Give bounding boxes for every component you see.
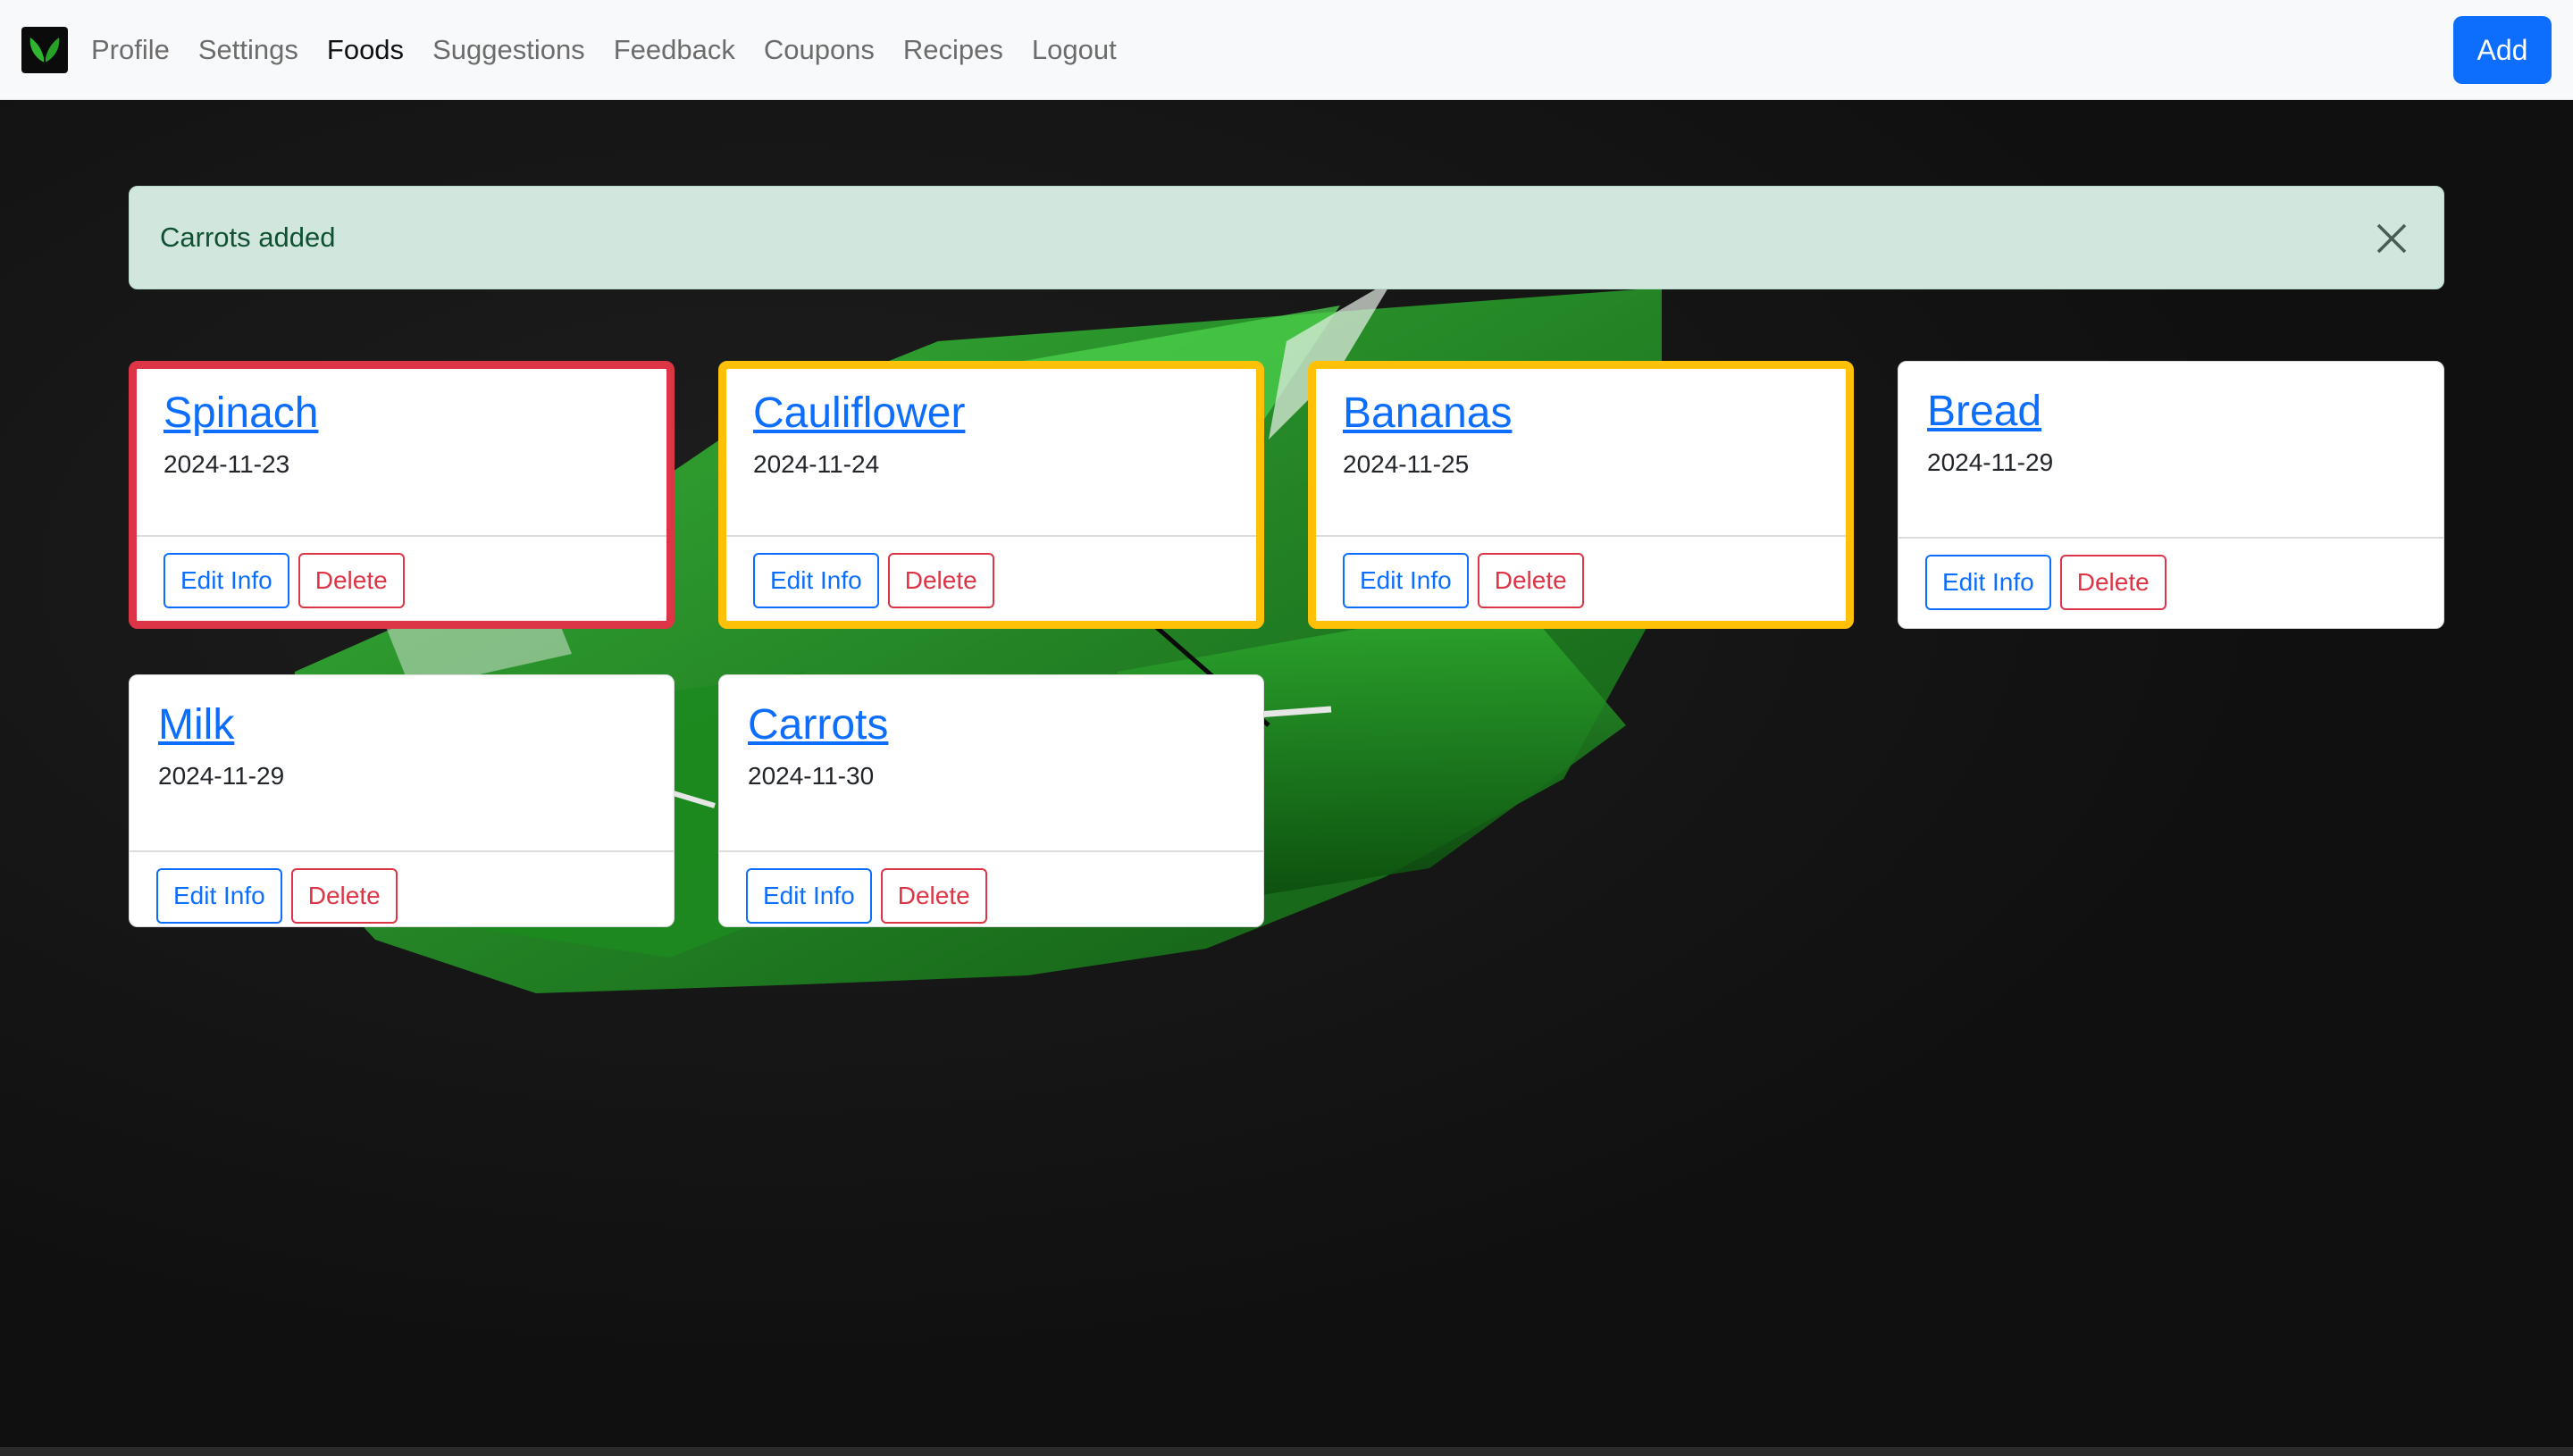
delete-button[interactable]: Delete <box>298 553 405 608</box>
delete-button[interactable]: Delete <box>2059 555 2167 610</box>
food-card: Milk 2024-11-29 Edit Info Delete <box>129 674 675 927</box>
leaf-logo-icon <box>29 37 60 63</box>
close-icon[interactable] <box>2367 213 2417 264</box>
edit-info-button[interactable]: Edit Info <box>746 868 872 924</box>
food-date: 2024-11-25 <box>1343 450 1470 478</box>
edit-info-button[interactable]: Edit Info <box>1343 553 1469 608</box>
nav-recipes[interactable]: Recipes <box>903 34 1003 66</box>
food-card: Spinach 2024-11-23 Edit Info Delete <box>129 361 675 629</box>
add-button[interactable]: Add <box>2453 16 2552 84</box>
page-bottom-strip <box>0 1447 2573 1456</box>
food-title-link[interactable]: Milk <box>158 700 234 749</box>
success-alert: Carrots added <box>129 186 2444 289</box>
edit-info-button[interactable]: Edit Info <box>156 868 282 924</box>
nav-foods[interactable]: Foods <box>327 34 404 66</box>
edit-info-button[interactable]: Edit Info <box>1925 555 2051 610</box>
food-date: 2024-11-23 <box>163 450 290 478</box>
food-title-link[interactable]: Bananas <box>1343 389 1513 438</box>
edit-info-button[interactable]: Edit Info <box>163 553 289 608</box>
food-title-link[interactable]: Bread <box>1927 387 2041 436</box>
delete-button[interactable]: Delete <box>880 868 987 924</box>
food-card: Bread 2024-11-29 Edit Info Delete <box>1898 361 2444 629</box>
delete-button[interactable]: Delete <box>1477 553 1584 608</box>
top-navbar: Profile Settings Foods Suggestions Feedb… <box>0 0 2573 100</box>
food-title-link[interactable]: Spinach <box>163 389 318 438</box>
food-title-link[interactable]: Carrots <box>748 700 888 749</box>
food-date: 2024-11-29 <box>1927 448 2054 476</box>
food-date: 2024-11-24 <box>753 450 880 478</box>
food-date: 2024-11-30 <box>748 762 875 790</box>
edit-info-button[interactable]: Edit Info <box>753 553 879 608</box>
delete-button[interactable]: Delete <box>887 553 994 608</box>
delete-button[interactable]: Delete <box>290 868 398 924</box>
nav-suggestions[interactable]: Suggestions <box>432 34 585 66</box>
alert-message: Carrots added <box>160 222 336 253</box>
food-title-link[interactable]: Cauliflower <box>753 389 965 438</box>
food-card: Carrots 2024-11-30 Edit Info Delete <box>718 674 1264 927</box>
nav-profile[interactable]: Profile <box>91 34 170 66</box>
nav-coupons[interactable]: Coupons <box>764 34 875 66</box>
brand-logo[interactable] <box>21 26 68 73</box>
food-card: Cauliflower 2024-11-24 Edit Info Delete <box>718 361 1264 629</box>
nav-feedback[interactable]: Feedback <box>614 34 735 66</box>
food-date: 2024-11-29 <box>158 762 285 790</box>
nav-logout[interactable]: Logout <box>1032 34 1117 66</box>
nav-settings[interactable]: Settings <box>198 34 298 66</box>
food-card: Bananas 2024-11-25 Edit Info Delete <box>1308 361 1854 629</box>
